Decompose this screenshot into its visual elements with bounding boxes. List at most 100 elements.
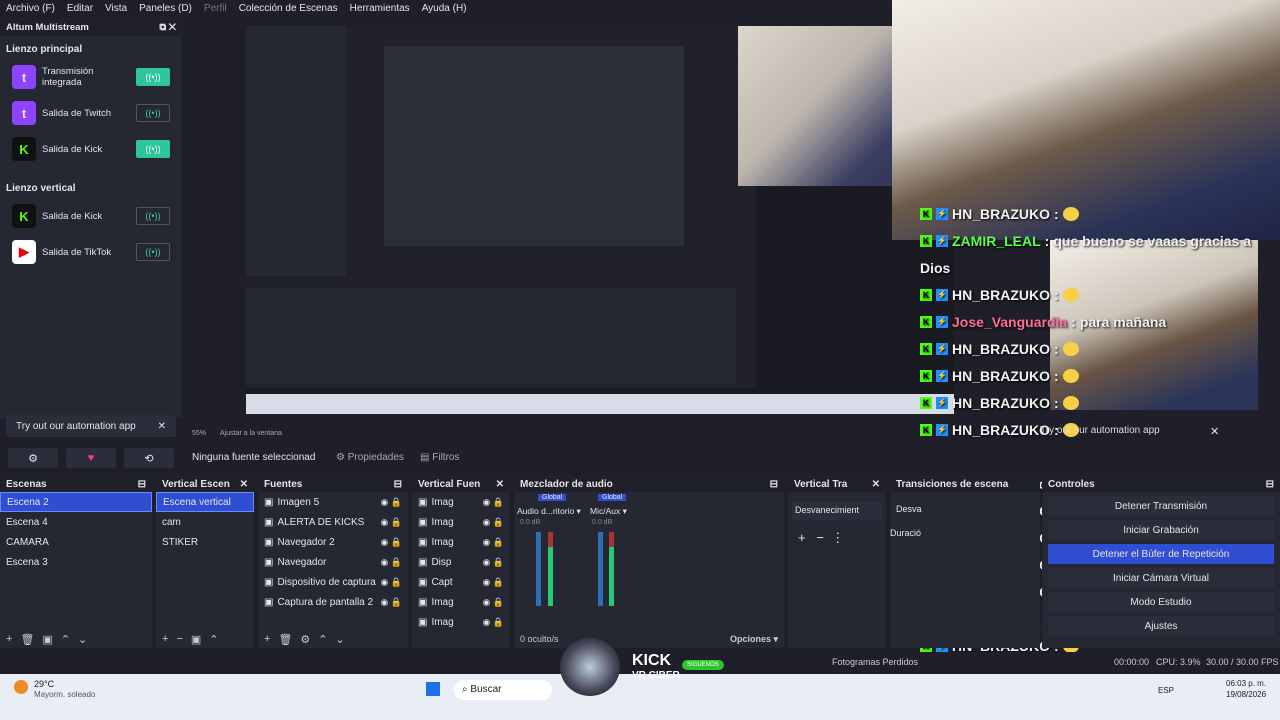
list-item[interactable]: cam [156,512,254,532]
add-icon[interactable]: + [162,633,168,645]
filter-icon[interactable]: ▣ [191,633,201,646]
language[interactable]: ESP [1158,686,1174,695]
menu-ayuda[interactable]: Ayuda (H) [422,3,467,14]
eye-icon[interactable]: ◉ 🔒 [380,517,402,528]
list-item[interactable]: ▣ ALERTA DE KICKS ◉ 🔒 [258,512,408,532]
list-item[interactable]: ▣ Capt ◉ 🔒 [412,572,510,592]
filter-icon[interactable]: ▣ [42,633,52,646]
hidden-count[interactable]: 0 oculto/s [520,634,559,644]
up-icon[interactable]: ⌃ [209,633,218,646]
zoom-value[interactable]: 55% [192,430,206,437]
eye-icon[interactable]: ◉ 🔒 [482,497,504,508]
menu-editar[interactable]: Editar [67,3,93,14]
eye-icon[interactable]: ◉ 🔒 [380,537,402,548]
add-icon[interactable]: + [6,633,12,645]
gear-icon[interactable]: ⚙ [300,633,310,646]
control-button[interactable]: Detener Transmisión [1048,496,1274,516]
automation-banner[interactable]: Try out our automation app ✕ [6,415,176,437]
trash-icon[interactable]: 🗑 [278,633,292,646]
list-item[interactable]: Escena 4 [0,512,152,532]
list-item[interactable]: Escena 2 [0,492,152,512]
menu-colecciones[interactable]: Colección de Escenas [239,3,338,14]
output-label: Salida de TikTok [42,246,112,258]
menu-perfil[interactable]: Perfil [204,3,227,14]
eye-icon[interactable]: ◉ 🔒 [482,617,504,628]
list-item[interactable]: ▣ Dispositivo de captura ◉ 🔒 [258,572,408,592]
eye-icon[interactable]: ◉ 🔒 [380,497,402,508]
gear-icon[interactable]: ⚙ [8,448,58,468]
dock-close-icon[interactable]: ✕ [240,479,248,490]
no-source-label: Ninguna fuente seleccionad [192,452,316,463]
transition-select[interactable]: Desvanecimient [792,502,882,520]
eye-icon[interactable]: ◉ 🔒 [380,597,402,608]
list-item[interactable]: ▣ Imag ◉ 🔒 [412,612,510,632]
heart-icon[interactable]: ♥ [66,448,116,468]
channel-2-select[interactable]: Mic/Aux ▾ [590,506,627,517]
windows-icon[interactable] [426,682,440,696]
list-item[interactable]: ▣ Navegador ◉ 🔒 [258,552,408,572]
down-icon[interactable]: ⌄ [336,633,345,646]
control-button[interactable]: Modo Estudio [1048,592,1274,612]
temperature[interactable]: 29°C [34,679,54,689]
output-toggle[interactable]: ((•)) [136,140,170,158]
mixer-options[interactable]: Opciones ▾ [730,634,778,645]
control-button[interactable]: Ajustes [1048,616,1274,636]
dock-menu-icon[interactable]: ⊟ [394,479,402,490]
close-icon[interactable]: ✕ [1210,425,1219,438]
add-icon[interactable]: + [264,633,270,645]
preview-canvas[interactable] [246,26,954,414]
dock-menu-icon[interactable]: ⊟ [770,479,778,490]
filters-button[interactable]: ▤ Filtros [420,452,459,463]
menu-paneles[interactable]: Paneles (D) [139,3,192,14]
down-icon[interactable]: ⌄ [78,633,87,646]
menu-archivo[interactable]: Archivo (F) [6,3,55,14]
dock-close-icon[interactable]: ✕ [496,479,504,490]
eye-icon[interactable]: ◉ 🔒 [482,537,504,548]
eye-icon[interactable]: ◉ 🔒 [482,557,504,568]
list-item[interactable]: STIKER [156,532,254,552]
dock-controls[interactable]: ⧉ ✕ [159,22,176,33]
menu-vista[interactable]: Vista [105,3,127,14]
list-item[interactable]: Escena vertical [156,492,254,512]
trash-icon[interactable]: 🗑 [20,633,34,646]
output-toggle[interactable]: ((•)) [136,207,170,225]
output-toggle[interactable]: ((•)) [136,104,170,122]
eye-icon[interactable]: ◉ 🔒 [380,557,402,568]
eye-icon[interactable]: ◉ 🔒 [482,577,504,588]
output-toggle[interactable]: ((•)) [136,243,170,261]
control-button[interactable]: Detener el Búfer de Repetición [1048,544,1274,564]
eye-icon[interactable]: ◉ 🔒 [482,597,504,608]
transition-value[interactable]: Desva [896,504,922,514]
dock-menu-icon[interactable]: ⊟ [138,479,146,490]
remove-icon[interactable]: − [176,633,182,645]
up-icon[interactable]: ⌃ [318,633,327,646]
add-icon[interactable]: + − ⋮ [798,530,844,546]
clock-time[interactable]: 06:03 p. m. [1226,679,1266,688]
refresh-icon[interactable]: ⟲ [124,448,174,468]
control-button[interactable]: Iniciar Cámara Virtual [1048,568,1274,588]
list-item[interactable]: CAMARA [0,532,152,552]
fit-value[interactable]: Ajustar a la ventana [220,430,282,437]
list-item[interactable]: ▣ Imag ◉ 🔒 [412,532,510,552]
list-item[interactable]: ▣ Imag ◉ 🔒 [412,592,510,612]
list-item[interactable]: ▣ Imagen 5 ◉ 🔒 [258,492,408,512]
close-icon[interactable]: ✕ [158,421,166,432]
automation-label[interactable]: Try out our automation app [1040,425,1160,436]
menu-herramientas[interactable]: Herramientas [350,3,410,14]
search-box[interactable]: ⌕ Buscar [454,680,552,700]
list-item[interactable]: ▣ Navegador 2 ◉ 🔒 [258,532,408,552]
up-icon[interactable]: ⌃ [61,633,70,646]
eye-icon[interactable]: ◉ 🔒 [380,577,402,588]
list-item[interactable]: ▣ Imag ◉ 🔒 [412,492,510,512]
list-item[interactable]: ▣ Disp ◉ 🔒 [412,552,510,572]
control-button[interactable]: Iniciar Grabación [1048,520,1274,540]
properties-button[interactable]: ⚙ Propiedades [336,452,404,463]
eye-icon[interactable]: ◉ 🔒 [482,517,504,528]
dock-menu-icon[interactable]: ⊟ [1266,479,1274,490]
output-toggle[interactable]: ((•)) [136,68,170,86]
channel-1-select[interactable]: Audio d...ritorio ▾ [517,506,581,517]
dock-close-icon[interactable]: ✕ [872,479,880,490]
list-item[interactable]: ▣ Captura de pantalla 2 ◉ 🔒 [258,592,408,612]
list-item[interactable]: Escena 3 [0,552,152,572]
list-item[interactable]: ▣ Imag ◉ 🔒 [412,512,510,532]
